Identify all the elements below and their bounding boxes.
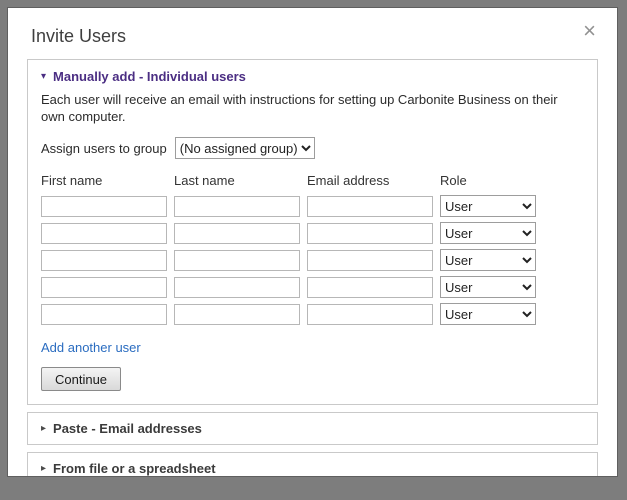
first-name-input[interactable] [41,303,167,325]
last-name-input[interactable] [174,303,300,325]
section-manual-add: ▾ Manually add - Individual users Each u… [27,59,598,405]
column-header-first-name: First name [41,173,103,188]
dialog-header: Invite Users × [27,20,598,47]
role-select[interactable]: User [440,222,536,244]
email-input[interactable] [307,276,433,298]
last-name-input[interactable] [174,195,300,217]
add-another-user-link[interactable]: Add another user [41,340,141,355]
invite-users-dialog: Invite Users × ▾ Manually add - Individu… [7,7,618,477]
chevron-right-icon: ▸ [41,422,47,434]
column-header-role: Role [440,173,467,188]
chevron-right-icon: ▸ [41,462,47,474]
section-paste-label: Paste - Email addresses [53,421,202,436]
section-file-label: From file or a spreadsheet [53,461,216,476]
assign-group-row: Assign users to group (No assigned group… [41,137,584,159]
section-description: Each user will receive an email with ins… [41,92,558,124]
section-paste-header: ▸ Paste - Email addresses [41,421,584,436]
section-file-header: ▸ From file or a spreadsheet [41,461,584,476]
email-input[interactable] [307,249,433,271]
column-header-email: Email address [307,173,390,188]
last-name-input[interactable] [174,276,300,298]
assign-group-label: Assign users to group [41,140,167,156]
section-paste-email[interactable]: ▸ Paste - Email addresses [27,412,598,445]
user-entry-grid: First name Last name Email address Role … [41,173,584,325]
section-manual-label: Manually add - Individual users [53,69,246,84]
role-select[interactable]: User [440,276,536,298]
dialog-title: Invite Users [31,26,127,46]
email-input[interactable] [307,303,433,325]
role-select[interactable]: User [440,249,536,271]
continue-button[interactable]: Continue [41,367,122,391]
first-name-input[interactable] [41,276,167,298]
column-header-last-name: Last name [174,173,235,188]
section-from-file[interactable]: ▸ From file or a spreadsheet [27,452,598,476]
assign-group-select[interactable]: (No assigned group) [174,137,315,159]
first-name-input[interactable] [41,195,167,217]
first-name-input[interactable] [41,222,167,244]
last-name-input[interactable] [174,222,300,244]
last-name-input[interactable] [174,249,300,271]
first-name-input[interactable] [41,249,167,271]
section-manual-header[interactable]: ▾ Manually add - Individual users [41,69,584,84]
close-icon[interactable]: × [583,20,596,42]
role-select[interactable]: User [440,303,536,325]
email-input[interactable] [307,195,433,217]
role-select[interactable]: User [440,195,536,217]
chevron-down-icon: ▾ [41,70,47,82]
email-input[interactable] [307,222,433,244]
